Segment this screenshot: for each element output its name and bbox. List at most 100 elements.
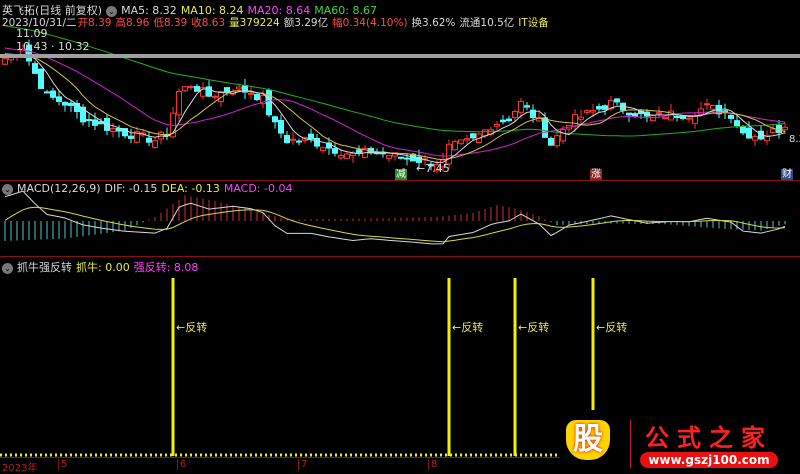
candle-up[interactable] bbox=[176, 91, 182, 116]
candle-up[interactable] bbox=[320, 147, 326, 152]
candle-up[interactable] bbox=[290, 138, 296, 141]
candle-up[interactable] bbox=[152, 140, 158, 148]
candle-down[interactable] bbox=[62, 101, 68, 106]
zhuaniu-value: 抓牛: 0.00 bbox=[76, 261, 130, 274]
candle-up[interactable] bbox=[710, 104, 716, 110]
candle-up[interactable] bbox=[188, 86, 194, 89]
candle-down[interactable] bbox=[92, 119, 98, 126]
candle-down[interactable] bbox=[56, 96, 62, 102]
candle-up[interactable] bbox=[248, 92, 254, 95]
candle-down[interactable] bbox=[524, 105, 530, 108]
candle-down[interactable] bbox=[728, 114, 734, 119]
candle-down[interactable] bbox=[506, 118, 512, 122]
candle-up[interactable] bbox=[458, 139, 464, 144]
candle-up[interactable] bbox=[698, 108, 704, 115]
candle-down[interactable] bbox=[734, 120, 740, 127]
ma20-line bbox=[4, 47, 786, 157]
candle-down[interactable] bbox=[548, 137, 554, 146]
candle-down[interactable] bbox=[746, 127, 752, 139]
candle-up[interactable] bbox=[338, 155, 344, 159]
axis-month: 8 bbox=[428, 459, 437, 470]
candle-up[interactable] bbox=[656, 112, 662, 115]
candle-up[interactable] bbox=[446, 143, 452, 165]
candle-down[interactable] bbox=[146, 137, 152, 143]
candle-up[interactable] bbox=[182, 86, 188, 92]
candle-up[interactable] bbox=[2, 58, 8, 65]
candle-up[interactable] bbox=[686, 117, 692, 120]
qiang-value: 强反转: 8.08 bbox=[133, 261, 199, 274]
candle-up[interactable] bbox=[770, 128, 776, 133]
watermark-name: 公式之家 bbox=[645, 423, 773, 452]
candle-up[interactable] bbox=[782, 126, 788, 131]
candle-up[interactable] bbox=[554, 135, 560, 147]
candle-down[interactable] bbox=[374, 152, 380, 155]
macd-title[interactable]: MACD(12,26,9) bbox=[17, 182, 101, 195]
candle-down[interactable] bbox=[632, 113, 638, 117]
candle-down[interactable] bbox=[356, 149, 362, 153]
candle-down[interactable] bbox=[602, 105, 608, 110]
candle-down[interactable] bbox=[194, 85, 200, 92]
chevron-down-icon[interactable]: ⌄ bbox=[2, 183, 13, 195]
dif-line bbox=[4, 190, 786, 245]
candle-up[interactable] bbox=[518, 100, 524, 113]
candle-down[interactable] bbox=[776, 124, 782, 133]
candle-down[interactable] bbox=[284, 135, 290, 144]
candle-down[interactable] bbox=[680, 115, 686, 120]
candle-down[interactable] bbox=[86, 119, 92, 122]
candle-up[interactable] bbox=[572, 114, 578, 127]
candle-up[interactable] bbox=[350, 152, 356, 157]
candle-down[interactable] bbox=[38, 68, 44, 89]
candle-up[interactable] bbox=[236, 86, 242, 90]
candle-up[interactable] bbox=[452, 140, 458, 151]
price-level-line[interactable] bbox=[0, 54, 800, 58]
candle-down[interactable] bbox=[296, 140, 302, 143]
candle-up[interactable] bbox=[512, 111, 518, 118]
candle-up[interactable] bbox=[110, 127, 116, 133]
reversal-label: ←反转 bbox=[452, 321, 484, 334]
candle-down[interactable] bbox=[278, 119, 284, 134]
candle-down[interactable] bbox=[542, 117, 548, 138]
candle-down[interactable] bbox=[206, 86, 212, 97]
candle-up[interactable] bbox=[386, 155, 392, 159]
candle-up[interactable] bbox=[752, 136, 758, 141]
candle-down[interactable] bbox=[596, 106, 602, 110]
axis-month: 6 bbox=[177, 459, 186, 470]
candle-up[interactable] bbox=[464, 138, 470, 141]
candle-down[interactable] bbox=[266, 89, 272, 116]
candle-down[interactable] bbox=[50, 90, 56, 98]
indicator-title[interactable]: 抓牛强反转 bbox=[17, 261, 72, 274]
candle-up[interactable] bbox=[590, 110, 596, 113]
candle-down[interactable] bbox=[614, 98, 620, 103]
candle-down[interactable] bbox=[272, 116, 278, 123]
candle-down[interactable] bbox=[314, 137, 320, 147]
candle-down[interactable] bbox=[32, 63, 38, 74]
candle-down[interactable] bbox=[68, 102, 74, 106]
candle-up[interactable] bbox=[704, 103, 710, 106]
candle-up[interactable] bbox=[212, 95, 218, 98]
candle-down[interactable] bbox=[398, 156, 404, 159]
chart-canvas[interactable] bbox=[0, 0, 800, 472]
candle-down[interactable] bbox=[44, 91, 50, 94]
candle-down[interactable] bbox=[674, 115, 680, 118]
candle-up[interactable] bbox=[344, 153, 350, 159]
candle-up[interactable] bbox=[560, 129, 566, 142]
candle-down[interactable] bbox=[626, 112, 632, 116]
candle-up[interactable] bbox=[494, 124, 500, 127]
candle-down[interactable] bbox=[224, 87, 230, 93]
candle-down[interactable] bbox=[740, 126, 746, 134]
time-axis-line bbox=[0, 457, 560, 458]
candle-up[interactable] bbox=[584, 110, 590, 113]
candle-down[interactable] bbox=[500, 119, 506, 123]
candle-down[interactable] bbox=[254, 93, 260, 101]
candle-down[interactable] bbox=[128, 135, 134, 139]
candle-down[interactable] bbox=[308, 133, 314, 140]
candle-up[interactable] bbox=[662, 117, 668, 120]
candle-up[interactable] bbox=[692, 115, 698, 124]
candle-down[interactable] bbox=[404, 157, 410, 160]
chevron-down-icon[interactable]: ⌄ bbox=[2, 262, 13, 274]
panel-divider bbox=[0, 256, 800, 257]
candle-up[interactable] bbox=[650, 115, 656, 122]
candle-down[interactable] bbox=[332, 148, 338, 154]
candle-up[interactable] bbox=[578, 116, 584, 120]
candle-down[interactable] bbox=[470, 133, 476, 139]
